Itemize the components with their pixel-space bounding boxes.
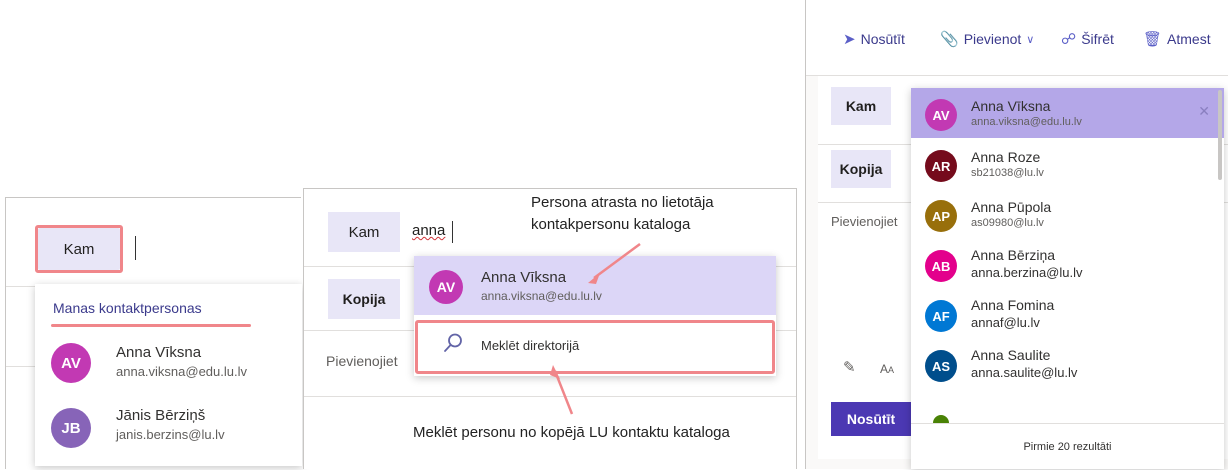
contact-email: anna.berzina@lu.lv: [971, 265, 1083, 280]
contact-name: Anna Vīksna: [116, 344, 202, 361]
partial-avatar: [933, 415, 949, 423]
contact-name: Anna Vīksna: [971, 98, 1051, 114]
send-toolbar-button[interactable]: ➤ Nosūtīt: [843, 30, 905, 48]
encrypt-toolbar-button[interactable]: ☍ Šifrēt: [1061, 30, 1114, 48]
cc-button[interactable]: Kopija: [831, 150, 891, 188]
scrollbar[interactable]: [1218, 90, 1222, 180]
shield-icon: ☍: [1061, 31, 1077, 48]
highlight-to-button: [35, 225, 123, 273]
result-item[interactable]: AS Anna Saulite anna.saulite@lu.lv: [911, 338, 1224, 388]
recipient-panel-typing: Kam anna Kopija Pievienojiet Persona atr…: [303, 188, 797, 469]
contact-name: Anna Roze: [971, 149, 1041, 165]
send-button[interactable]: Nosūtīt: [831, 402, 911, 436]
contact-email: sb21038@lu.lv: [971, 167, 1044, 179]
contact-email: annaf@lu.lv: [971, 315, 1040, 330]
contacts-dropdown: Manas kontaktpersonas AV Anna Vīksna ann…: [35, 284, 302, 466]
annotation-arrows: [550, 242, 641, 415]
contact-item[interactable]: JB Jānis Bērziņš janis.berzins@lu.lv: [35, 398, 302, 458]
paperclip-icon: 📎: [940, 31, 959, 48]
contact-name: Anna Saulite: [971, 347, 1051, 363]
avatar: AB: [925, 250, 957, 282]
discard-toolbar-button[interactable]: 🗑 Atmest: [1143, 30, 1211, 48]
attach-toolbar-button[interactable]: 📎 Pievienot ∨: [940, 30, 1034, 48]
send-icon: ➤: [843, 31, 856, 48]
contact-email: janis.berzins@lu.lv: [116, 427, 225, 442]
contact-name: Jānis Bērziņš: [116, 407, 206, 424]
result-item[interactable]: AV Anna Vīksna anna.viksna@edu.lu.lv ✕: [911, 88, 1224, 138]
contact-name: Anna Fomina: [971, 297, 1055, 313]
result-item[interactable]: AB Anna Bērziņa anna.berzina@lu.lv: [911, 238, 1224, 288]
contact-name: Anna Bērziņa: [971, 247, 1056, 263]
trash-icon: 🗑: [1143, 31, 1163, 48]
avatar: AR: [925, 150, 957, 182]
avatar: AS: [925, 350, 957, 382]
paintbrush-icon[interactable]: ✎: [843, 358, 856, 376]
contact-email: anna.saulite@lu.lv: [971, 365, 1078, 380]
contact-email: anna.viksna@edu.lu.lv: [116, 364, 247, 379]
compose-panel-results: ➤ Nosūtīt 📎 Pievienot ∨ ☍ Šifrēt 🗑 Atmes…: [805, 0, 1228, 469]
contact-name: Anna Pūpola: [971, 199, 1052, 215]
discard-label: Atmest: [1167, 31, 1211, 47]
results-dropdown: AV Anna Vīksna anna.viksna@edu.lu.lv ✕ A…: [911, 88, 1224, 469]
text-cursor: [135, 236, 136, 260]
attach-label: Pievienot: [963, 31, 1022, 47]
avatar: AV: [925, 99, 957, 131]
close-icon[interactable]: ✕: [1198, 103, 1210, 120]
contact-item[interactable]: AV Anna Vīksna anna.viksna@edu.lu.lv: [35, 334, 302, 394]
result-item[interactable]: AR Anna Roze sb21038@lu.lv: [911, 138, 1224, 188]
avatar: AP: [925, 200, 957, 232]
recipient-panel-empty: Kam Manas kontaktpersonas AV Anna Vīksna…: [5, 197, 302, 469]
font-size-icon[interactable]: AA: [880, 362, 894, 376]
send-label: Nosūtīt: [860, 31, 905, 47]
avatar: AV: [51, 343, 91, 383]
to-button[interactable]: Kam: [831, 87, 891, 125]
dropdown-header: Manas kontaktpersonas: [53, 300, 202, 316]
result-item[interactable]: AP Anna Pūpola as09980@lu.lv: [911, 188, 1224, 238]
result-item[interactable]: AF Anna Fomina annaf@lu.lv: [911, 288, 1224, 338]
header-underline: [51, 324, 251, 327]
contact-email: as09980@lu.lv: [971, 217, 1044, 229]
attach-text: Pievienojiet: [831, 214, 898, 229]
avatar: JB: [51, 408, 91, 448]
toolbar: ➤ Nosūtīt 📎 Pievienot ∨ ☍ Šifrēt 🗑 Atmes…: [806, 0, 1228, 76]
avatar: AF: [925, 300, 957, 332]
chevron-down-icon: ∨: [1026, 33, 1035, 46]
encrypt-label: Šifrēt: [1081, 31, 1114, 47]
results-footer: Pirmie 20 rezultāti: [911, 423, 1224, 469]
contact-email: anna.viksna@edu.lu.lv: [971, 116, 1082, 128]
